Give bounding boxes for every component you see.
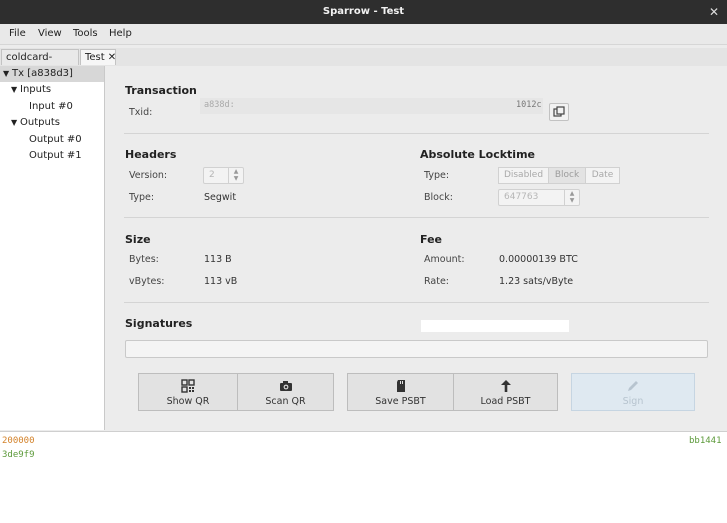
locktime-block-toggle[interactable]: Block — [548, 167, 586, 184]
window-title: Sparrow - Test — [322, 6, 405, 17]
sign-button[interactable]: Sign — [571, 373, 695, 411]
title-bar: Sparrow - Test ✕ — [0, 0, 727, 24]
menu-bar: File View Tools Help — [0, 24, 727, 45]
fee-amount-value: 0.00000139 BTC — [499, 254, 578, 265]
app-window: Sparrow - Test ✕ File View Tools Help co… — [0, 0, 727, 523]
menu-view[interactable]: View — [36, 24, 64, 44]
locktime-date-toggle[interactable]: Date — [585, 167, 620, 184]
button-label: Scan QR — [265, 396, 306, 407]
arrow-up-icon — [500, 380, 511, 392]
bytes-value: 113 B — [204, 254, 232, 265]
fee-rate-value: 1.23 sats/vByte — [499, 276, 574, 287]
block-label: Block: — [424, 192, 453, 203]
expand-triangle-icon[interactable]: ▼ — [3, 66, 12, 82]
pen-icon — [628, 381, 638, 391]
divider — [124, 133, 709, 134]
close-window-icon[interactable]: ✕ — [707, 5, 721, 19]
fee-rate-label: Rate: — [424, 276, 449, 287]
tree-item-label: Output #0 — [29, 134, 82, 145]
version-spinner[interactable]: 2 ▲ ▼ — [203, 167, 244, 184]
transaction-tree: ▼ Tx [a838d3] ▼ Inputs Input #0 ▼ Outputs O… — [0, 66, 105, 430]
tree-item-outputs[interactable]: ▼ Outputs — [11, 115, 60, 131]
divider — [124, 217, 709, 218]
hex-line-1: 200000 — [2, 436, 35, 446]
hex-line-1-end: bb1441 — [689, 436, 722, 446]
close-tab-icon[interactable]: ✕ — [108, 52, 116, 63]
button-label: Load PSBT — [480, 396, 531, 407]
divider — [124, 302, 709, 303]
save-psbt-button[interactable]: Save PSBT — [347, 373, 454, 411]
copy-txid-button[interactable] — [549, 103, 569, 121]
copy-icon — [553, 106, 565, 117]
tree-item-tx[interactable]: ▼ Tx [a838d3] — [0, 66, 104, 82]
expand-triangle-icon[interactable]: ▼ — [11, 82, 20, 98]
tree-item-label: Outputs — [20, 117, 60, 128]
txid-label: Txid: — [129, 107, 153, 118]
locktime-disabled-toggle[interactable]: Disabled — [498, 167, 549, 184]
tree-item-label: Tx [a838d3] — [12, 68, 73, 79]
size-heading: Size — [125, 233, 151, 246]
menu-help[interactable]: Help — [107, 24, 134, 44]
hex-line-2: 3de9f9 — [2, 450, 35, 460]
signatures-heading: Signatures — [125, 317, 193, 330]
fee-amount-label: Amount: — [424, 254, 465, 265]
tree-item-output-0[interactable]: Output #0 — [29, 132, 82, 148]
spinner-arrows-icon[interactable]: ▲ ▼ — [228, 168, 243, 183]
tree-item-label: Inputs — [20, 84, 52, 95]
tab-test[interactable]: Test ✕ — [80, 49, 116, 65]
tree-item-output-1[interactable]: Output #1 — [29, 148, 82, 164]
scan-qr-button[interactable]: Scan QR — [237, 373, 334, 411]
tree-item-label: Output #1 — [29, 150, 82, 161]
tab-coldcard-export[interactable]: coldcard-export — [1, 49, 79, 79]
type-value: Segwit — [204, 192, 237, 203]
txid-end: 1012c — [516, 100, 542, 110]
bytes-label: Bytes: — [129, 254, 159, 265]
menu-file[interactable]: File — [7, 24, 28, 44]
locktime-heading: Absolute Locktime — [420, 148, 535, 161]
button-label: Show QR — [166, 396, 210, 407]
show-qr-button[interactable]: Show QR — [138, 373, 238, 411]
fee-heading: Fee — [420, 233, 442, 246]
version-value: 2 — [209, 170, 215, 180]
sd-card-icon — [396, 380, 405, 392]
menu-tools[interactable]: Tools — [71, 24, 100, 44]
type-label: Type: — [129, 192, 155, 203]
tree-item-label: Input #0 — [29, 101, 73, 112]
vbytes-label: vBytes: — [129, 276, 165, 287]
expand-triangle-icon[interactable]: ▼ — [11, 115, 20, 131]
signatures-progress-bar — [125, 340, 708, 358]
button-label: Save PSBT — [375, 396, 426, 407]
transaction-heading: Transaction — [125, 84, 197, 97]
block-value: 647763 — [504, 192, 539, 202]
txid-field[interactable]: a838d: 1012c — [200, 98, 543, 114]
tree-item-input-0[interactable]: Input #0 — [29, 99, 73, 115]
signatures-indicator — [421, 320, 569, 332]
qr-code-icon — [181, 379, 195, 393]
tree-item-inputs[interactable]: ▼ Inputs — [11, 82, 51, 98]
txid-start: a838d: — [204, 100, 235, 110]
block-spinner[interactable]: 647763 ▲ ▼ — [498, 189, 580, 206]
headers-heading: Headers — [125, 148, 177, 161]
locktime-type-label: Type: — [424, 170, 450, 181]
transaction-hex-area[interactable]: 200000 bb1441 3de9f9 — [0, 431, 727, 523]
button-label: Sign — [622, 396, 644, 407]
tab-label: Test — [85, 52, 105, 63]
camera-icon — [279, 381, 292, 391]
vbytes-value: 113 vB — [204, 276, 238, 287]
wallet-tab-bar: coldcard-export Test✕ — [0, 48, 727, 79]
load-psbt-button[interactable]: Load PSBT — [453, 373, 558, 411]
version-label: Version: — [129, 170, 168, 181]
spinner-arrows-icon[interactable]: ▲ ▼ — [564, 190, 579, 205]
